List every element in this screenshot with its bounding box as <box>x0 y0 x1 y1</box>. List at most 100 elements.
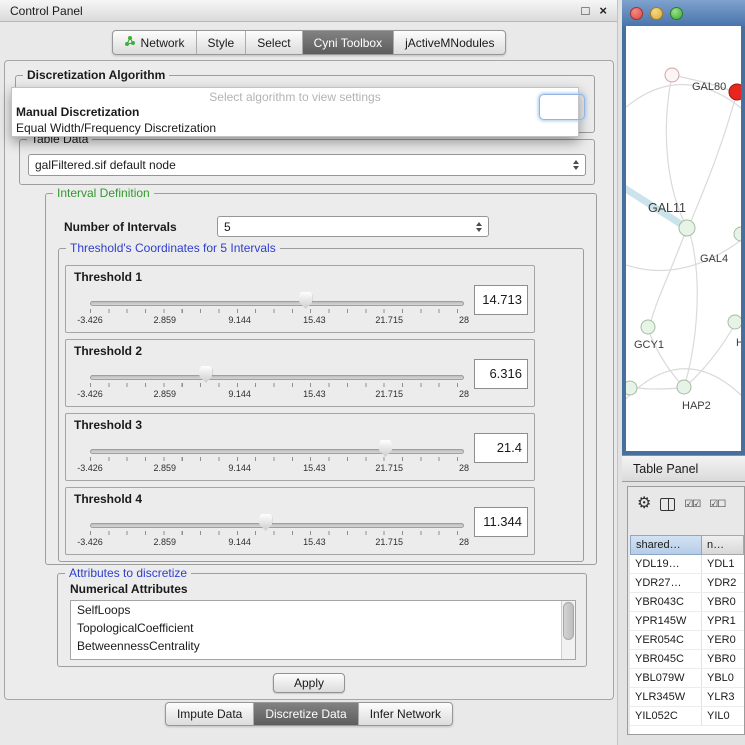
cell[interactable]: YER054C <box>630 631 702 649</box>
tick-label: 15.43 <box>303 315 326 325</box>
select-all-icon[interactable]: ☑☑ <box>684 499 700 510</box>
cell[interactable]: YIL0 <box>702 707 744 725</box>
column-header-shared-name[interactable]: shared… <box>630 535 702 555</box>
table-row[interactable]: YBR045CYBR0 <box>630 650 744 669</box>
tick-label: -3.426 <box>77 463 103 473</box>
tick-label: 2.859 <box>154 389 177 399</box>
table-row[interactable]: YER054CYER0 <box>630 631 744 650</box>
threshold-3-value-field[interactable]: 21.4 <box>474 433 528 463</box>
cell[interactable]: YBR043C <box>630 593 702 611</box>
tick-label: 9.144 <box>228 315 251 325</box>
table-row[interactable]: YIL052CYIL0 <box>630 707 744 726</box>
network-node <box>734 227 741 241</box>
window-title: Control Panel <box>10 4 83 18</box>
close-window-icon[interactable]: × <box>599 4 607 17</box>
network-edge <box>650 228 687 324</box>
top-tabbar: Network Style Select Cyni Toolbox jActiv… <box>0 30 618 55</box>
table-row[interactable]: YLR345WYLR3 <box>630 688 744 707</box>
minimize-traffic-light[interactable] <box>650 7 663 20</box>
algorithm-option-manual[interactable]: Manual Discretization <box>12 104 578 120</box>
slider-track[interactable] <box>90 523 464 528</box>
zoom-traffic-light[interactable] <box>670 7 683 20</box>
tab-style[interactable]: Style <box>197 31 247 54</box>
tab-discretize-data[interactable]: Discretize Data <box>254 703 358 725</box>
cell[interactable]: YER0 <box>702 631 744 649</box>
threshold-2-label: Threshold 2 <box>74 344 142 358</box>
table-row[interactable]: YPR145WYPR1 <box>630 612 744 631</box>
columns-icon[interactable] <box>660 498 675 511</box>
table-row[interactable]: YDR27…YDR2 <box>630 574 744 593</box>
list-scrollbar[interactable] <box>561 601 575 659</box>
tick-label: 15.43 <box>303 389 326 399</box>
tab-select[interactable]: Select <box>246 31 302 54</box>
cell[interactable]: YBL0 <box>702 669 744 687</box>
tab-network[interactable]: Network <box>113 31 197 54</box>
table-data-group: Table Data galFiltered.sif default node <box>19 139 595 185</box>
slider-handle[interactable] <box>379 440 392 457</box>
slider-tick-marks <box>90 309 464 313</box>
scrollbar-thumb[interactable] <box>563 602 574 640</box>
slider-handle[interactable] <box>199 366 212 383</box>
number-of-intervals-value: 5 <box>218 217 488 237</box>
cell[interactable]: YPR145W <box>630 612 702 630</box>
tick-label: 28 <box>459 537 469 547</box>
threshold-4-label: Threshold 4 <box>74 492 142 506</box>
tab-discretize-data-label: Discretize Data <box>265 707 346 721</box>
slider-tick-marks <box>90 457 464 461</box>
network-edge <box>686 324 735 386</box>
network-node <box>665 68 679 82</box>
cell[interactable]: YDL1 <box>702 555 744 573</box>
tab-impute-data[interactable]: Impute Data <box>166 703 254 725</box>
column-header-name[interactable]: n… <box>702 535 744 555</box>
apply-button[interactable]: Apply <box>273 673 345 693</box>
slider-track[interactable] <box>90 375 464 380</box>
cell[interactable]: YLR345W <box>630 688 702 706</box>
numerical-attributes-list: SelfLoops TopologicalCoefficient Between… <box>70 600 576 660</box>
slider-track[interactable] <box>90 301 464 306</box>
tick-label: 28 <box>459 463 469 473</box>
cell[interactable]: YDL19… <box>630 555 702 573</box>
cell[interactable]: YDR27… <box>630 574 702 592</box>
network-canvas[interactable]: GAL80 GAL11 GAL4 GCY1 HAP2 H <box>626 26 741 451</box>
table-row[interactable]: YDL19…YDL1 <box>630 555 744 574</box>
list-item[interactable]: TopologicalCoefficient <box>71 619 575 637</box>
tab-jactivemnodules[interactable]: jActiveMNodules <box>394 31 505 54</box>
cell[interactable]: YDR2 <box>702 574 744 592</box>
threshold-4-panel: Threshold 4 -3.426 2.859 9.144 15.43 <box>65 487 535 555</box>
cell[interactable]: YBR0 <box>702 593 744 611</box>
cyni-toolbox-panel: Discretization Algorithm Select algorith… <box>4 60 614 700</box>
cell[interactable]: YLR3 <box>702 688 744 706</box>
cell[interactable]: YBR0 <box>702 650 744 668</box>
algorithm-combobox-focus-ring[interactable] <box>539 94 585 120</box>
cell[interactable]: YBL079W <box>630 669 702 687</box>
list-item[interactable]: BetweennessCentrality <box>71 637 575 655</box>
table-row[interactable]: YBR043CYBR0 <box>630 593 744 612</box>
threshold-4-value-field[interactable]: 11.344 <box>474 507 528 537</box>
threshold-2-value-field[interactable]: 6.316 <box>474 359 528 389</box>
list-item[interactable]: SelfLoops <box>71 601 575 619</box>
table-panel-title: Table Panel <box>633 462 698 476</box>
attributes-group-title: Attributes to discretize <box>65 566 191 580</box>
table-data-combobox[interactable]: galFiltered.sif default node <box>28 154 586 176</box>
network-node-selected-red <box>729 84 741 100</box>
cell[interactable]: YBR045C <box>630 650 702 668</box>
discretization-algorithm-title: Discretization Algorithm <box>23 68 169 82</box>
tick-label: 9.144 <box>228 537 251 547</box>
network-icon <box>124 35 136 50</box>
slider-track[interactable] <box>90 449 464 454</box>
tab-infer-network[interactable]: Infer Network <box>359 703 452 725</box>
number-of-intervals-combobox[interactable]: 5 <box>217 216 489 237</box>
close-traffic-light[interactable] <box>630 7 643 20</box>
slider-handle[interactable] <box>259 514 272 531</box>
table-body: YDL19…YDL1 YDR27…YDR2 YBR043CYBR0 YPR145… <box>630 555 744 734</box>
table-row[interactable]: YBL079WYBL0 <box>630 669 744 688</box>
algorithm-option-equal-width[interactable]: Equal Width/Frequency Discretization <box>12 120 578 136</box>
deselect-icon[interactable]: ☑☐ <box>709 499 725 510</box>
threshold-1-value-field[interactable]: 14.713 <box>474 285 528 315</box>
gear-icon[interactable]: ⚙ <box>637 496 651 512</box>
tab-cyni-toolbox[interactable]: Cyni Toolbox <box>303 31 394 54</box>
cell[interactable]: YIL052C <box>630 707 702 725</box>
cell[interactable]: YPR1 <box>702 612 744 630</box>
slider-handle[interactable] <box>299 292 312 309</box>
float-window-icon[interactable]: □ <box>582 4 590 17</box>
